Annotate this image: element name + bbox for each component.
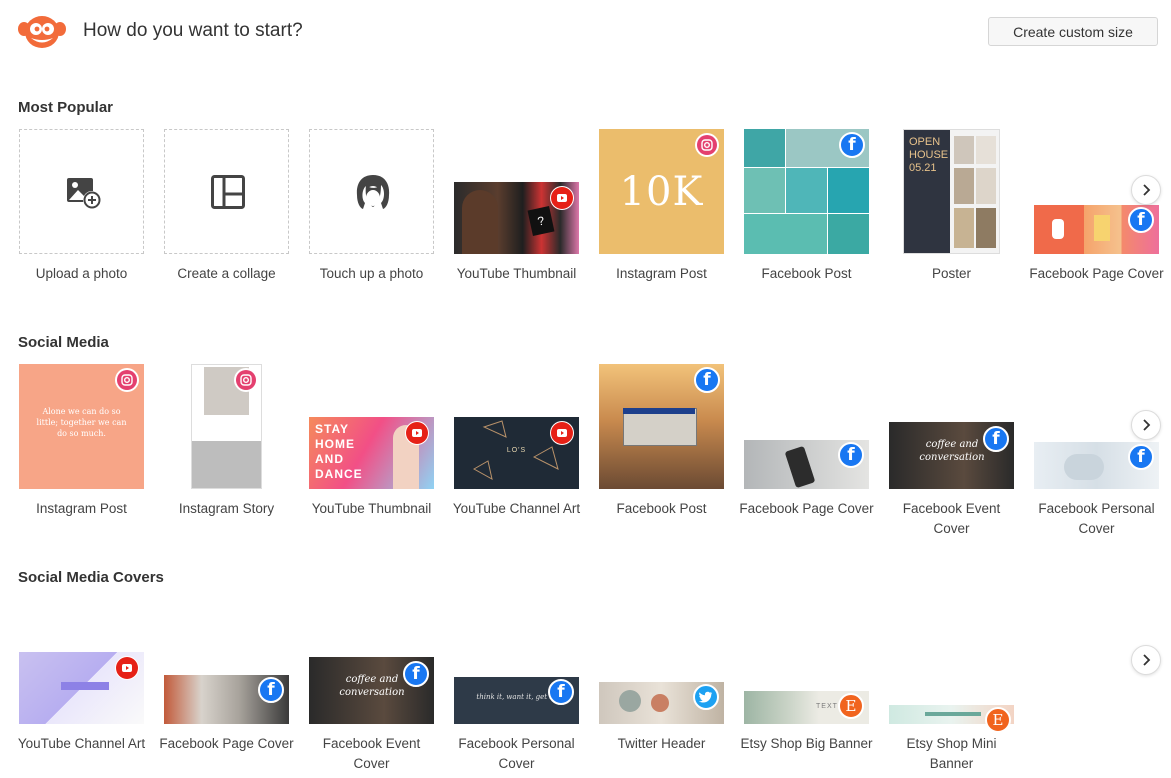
thumb-headline: STAY HOME AND DANCE xyxy=(315,422,363,481)
youtube-icon xyxy=(550,186,574,210)
card-label: Facebook Personal Cover xyxy=(1038,501,1155,536)
instagram-icon xyxy=(234,368,258,392)
chevron-right-icon xyxy=(1143,184,1151,196)
upload-photo-thumb[interactable] xyxy=(19,129,144,254)
instagram-icon xyxy=(695,133,719,157)
upload-photo-icon xyxy=(66,176,102,215)
card-label: Facebook Personal Cover xyxy=(458,736,575,771)
card-label: Facebook Event Cover xyxy=(902,501,1001,536)
create-custom-size-button[interactable]: Create custom size xyxy=(988,17,1158,46)
card-label: Facebook Event Cover xyxy=(322,736,421,771)
card-label: Facebook Page Cover xyxy=(159,736,294,751)
card-label: YouTube Channel Art xyxy=(17,736,146,751)
card-label: Facebook Page Cover xyxy=(739,501,874,516)
card-label: Etsy Shop Big Banner xyxy=(740,736,873,751)
twitter-icon xyxy=(693,684,719,710)
card-label: Instagram Post xyxy=(616,266,707,281)
card-label: Create a collage xyxy=(177,266,276,281)
card-label: Instagram Post xyxy=(36,501,127,516)
facebook-icon: f xyxy=(694,367,720,393)
facebook-icon: f xyxy=(1128,444,1154,470)
youtube-icon xyxy=(115,656,139,680)
card-label: Instagram Story xyxy=(178,501,275,516)
youtube-icon xyxy=(405,421,429,445)
instagram-icon xyxy=(115,368,139,392)
facebook-icon: f xyxy=(983,426,1009,452)
page-title: How do you want to start? xyxy=(83,20,303,41)
section-title-social-media: Social Media xyxy=(18,334,109,351)
facebook-icon: f xyxy=(548,679,574,705)
card-label: YouTube Channel Art xyxy=(452,501,581,516)
chevron-right-icon xyxy=(1143,654,1151,666)
card-label: Facebook Post xyxy=(761,266,852,281)
face-icon xyxy=(354,173,392,216)
card-label: YouTube Thumbnail xyxy=(311,501,432,516)
header: How do you want to start? Create custom … xyxy=(0,0,1171,70)
next-arrow-button[interactable] xyxy=(1131,645,1161,675)
youtube-icon xyxy=(550,421,574,445)
card-label: Facebook Page Cover xyxy=(1029,266,1164,281)
picmonkey-logo-icon[interactable] xyxy=(17,14,67,50)
section-title-social-media-covers: Social Media Covers xyxy=(18,569,164,586)
card-label: YouTube Thumbnail xyxy=(456,266,577,281)
facebook-icon: f xyxy=(838,442,864,468)
thumb-quote: Alone we can do so little; together we c… xyxy=(36,407,127,438)
touch-up-thumb[interactable] xyxy=(309,129,434,254)
thumb-headline: 10K xyxy=(619,169,704,215)
next-arrow-button[interactable] xyxy=(1131,175,1161,205)
next-arrow-button[interactable] xyxy=(1131,410,1161,440)
poster-preview[interactable]: OPEN HOUSE 05.21 xyxy=(903,129,1000,254)
card-label: Upload a photo xyxy=(35,266,128,281)
facebook-icon: f xyxy=(1128,207,1154,233)
section-title-most-popular: Most Popular xyxy=(18,99,114,116)
etsy-icon: E xyxy=(985,707,1011,733)
card-label: Touch up a photo xyxy=(319,266,424,281)
card-label: Twitter Header xyxy=(617,736,706,751)
etsy-icon: E xyxy=(838,693,864,719)
collage-thumb[interactable] xyxy=(164,129,289,254)
thumb-person xyxy=(462,190,498,254)
chevron-right-icon xyxy=(1143,419,1151,431)
card-label: Etsy Shop Mini Banner xyxy=(906,736,997,771)
collage-icon xyxy=(211,175,245,214)
card-label: Facebook Post xyxy=(616,501,707,516)
card-label: Poster xyxy=(931,266,972,281)
facebook-icon: f xyxy=(403,661,429,687)
facebook-icon: f xyxy=(258,677,284,703)
thumb-question-bag: ? xyxy=(527,205,555,237)
thumb-headline: OPEN HOUSE 05.21 xyxy=(909,136,949,174)
facebook-icon: f xyxy=(839,132,865,158)
